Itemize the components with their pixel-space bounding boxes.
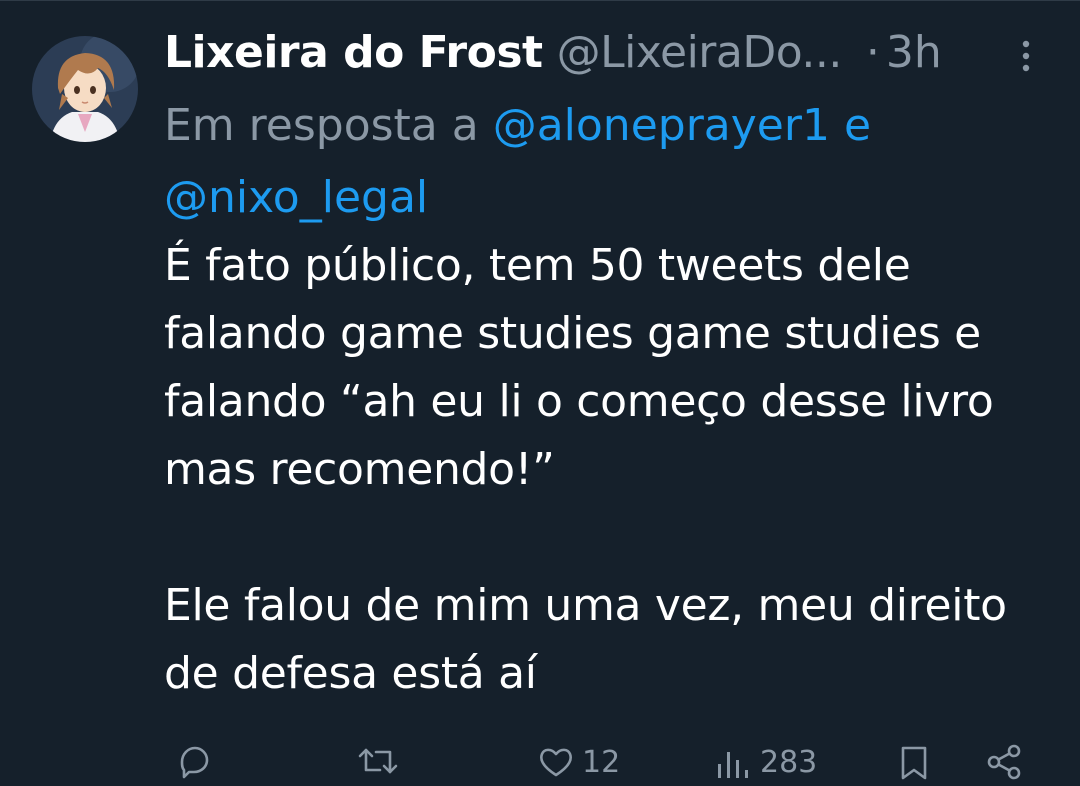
share-icon [987,744,1021,780]
reply-conjunction[interactable]: e [844,100,871,151]
view-count: 283 [760,744,818,780]
tweet[interactable]: Lixeira do Frost @LixeiraDo... · 3h Em r… [0,0,1080,783]
views-button[interactable]: 283 [714,742,817,782]
reply-mention[interactable]: @nixo_legal [164,172,428,223]
timestamp[interactable]: 3h [886,27,942,78]
avatar[interactable] [32,36,138,142]
tweet-body: É fato público, tem 50 tweets dele falan… [164,232,1054,708]
reply-prefix: Em resposta a [164,100,479,151]
author-handle[interactable]: @LixeiraDo... [557,27,843,78]
more-vertical-icon[interactable] [1014,36,1038,76]
tweet-paragraph: Ele falou de mim uma vez, meu direito de… [164,580,1007,699]
bookmark-icon [901,746,927,780]
share-button[interactable] [984,742,1024,782]
tweet-paragraph: É fato público, tem 50 tweets dele falan… [164,240,994,495]
reply-icon [180,746,209,779]
bookmark-button[interactable] [894,742,934,782]
retweet-button[interactable] [356,742,406,782]
heart-icon [540,748,572,777]
author-display-name[interactable]: Lixeira do Frost [164,27,543,78]
reply-context: Em resposta a @aloneprayer1 e @nixo_lega… [164,90,1044,234]
tweet-header: Lixeira do Frost @LixeiraDo... · 3h [164,22,1064,82]
reply-button[interactable] [174,742,220,782]
views-icon [718,752,748,778]
action-bar: 12 283 [164,742,1044,786]
separator-dot: · [865,26,880,78]
like-button[interactable]: 12 [536,742,620,782]
retweet-icon [358,748,398,774]
reply-mention[interactable]: @aloneprayer1 [493,100,830,151]
like-count: 12 [582,744,621,780]
